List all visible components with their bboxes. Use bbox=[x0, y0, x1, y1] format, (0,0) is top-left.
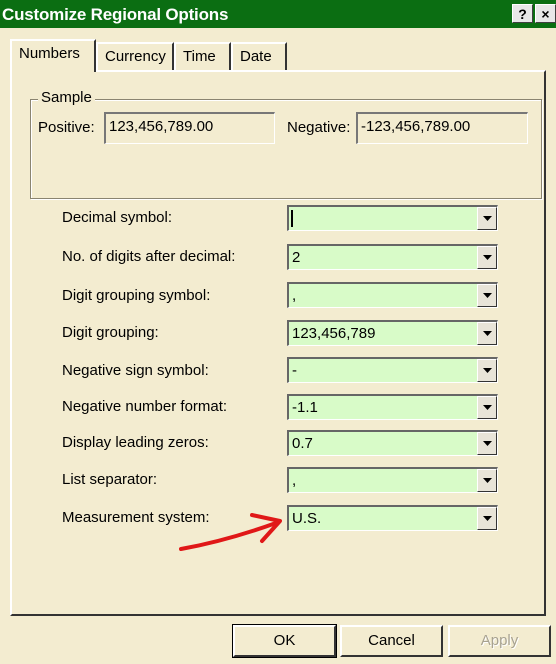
chevron-down-icon[interactable] bbox=[477, 246, 497, 269]
text-caret bbox=[291, 210, 293, 227]
digit-grouping-value: 123,456,789 bbox=[292, 325, 376, 342]
chevron-down-icon[interactable] bbox=[477, 469, 497, 492]
display-leading-zeros-value: 0.7 bbox=[292, 435, 313, 452]
tab-currency[interactable]: Currency bbox=[96, 42, 174, 70]
measurement-system-select[interactable]: U.S. bbox=[287, 505, 498, 531]
negative-sample-value: -123,456,789.00 bbox=[356, 112, 528, 144]
negative-number-format-label: Negative number format: bbox=[62, 398, 228, 415]
chevron-down-icon[interactable] bbox=[477, 507, 497, 530]
negative-number-format-select[interactable]: -1.1 bbox=[287, 394, 498, 420]
decimal-symbol-select[interactable] bbox=[287, 205, 498, 231]
list-separator-select[interactable]: , bbox=[287, 467, 498, 493]
sample-legend: Sample bbox=[38, 89, 95, 106]
negative-label: Negative: bbox=[287, 119, 351, 136]
chevron-down-icon[interactable] bbox=[477, 432, 497, 455]
chevron-down-icon[interactable] bbox=[477, 207, 497, 230]
customize-regional-options-dialog: Customize Regional Options ? × Numbers C… bbox=[0, 0, 556, 664]
negative-number-format-value: -1.1 bbox=[292, 399, 318, 416]
ok-button[interactable]: OK bbox=[232, 624, 337, 658]
chevron-down-icon[interactable] bbox=[477, 396, 497, 419]
digits-after-decimal-select[interactable]: 2 bbox=[287, 244, 498, 270]
title-bar[interactable]: Customize Regional Options ? × bbox=[0, 0, 556, 28]
chevron-down-icon[interactable] bbox=[477, 284, 497, 307]
measurement-system-value: U.S. bbox=[292, 510, 322, 527]
negative-sign-symbol-value: - bbox=[292, 362, 297, 379]
list-separator-label: List separator: bbox=[62, 471, 158, 488]
red-arrow-annotation bbox=[179, 513, 282, 551]
positive-label: Positive: bbox=[38, 119, 95, 136]
chevron-down-icon[interactable] bbox=[477, 359, 497, 382]
tab-time[interactable]: Time bbox=[174, 42, 231, 70]
digit-grouping-label: Digit grouping: bbox=[62, 324, 159, 341]
digit-grouping-symbol-select[interactable]: , bbox=[287, 282, 498, 308]
positive-sample-value: 123,456,789.00 bbox=[104, 112, 275, 144]
digits-after-decimal-value: 2 bbox=[292, 249, 301, 266]
tab-numbers[interactable]: Numbers bbox=[10, 39, 96, 72]
digit-grouping-symbol-label: Digit grouping symbol: bbox=[62, 287, 211, 304]
apply-button: Apply bbox=[448, 625, 551, 657]
list-separator-value: , bbox=[292, 472, 297, 489]
help-button[interactable]: ? bbox=[512, 4, 533, 23]
tab-date[interactable]: Date bbox=[231, 42, 287, 70]
digit-grouping-symbol-value: , bbox=[292, 287, 297, 304]
digits-after-decimal-label: No. of digits after decimal: bbox=[62, 248, 236, 265]
negative-sign-symbol-select[interactable]: - bbox=[287, 357, 498, 383]
display-leading-zeros-label: Display leading zeros: bbox=[62, 434, 209, 451]
decimal-symbol-label: Decimal symbol: bbox=[62, 209, 173, 226]
window-title: Customize Regional Options bbox=[2, 5, 229, 24]
chevron-down-icon[interactable] bbox=[477, 322, 497, 345]
digit-grouping-select[interactable]: 123,456,789 bbox=[287, 320, 498, 346]
negative-sign-symbol-label: Negative sign symbol: bbox=[62, 362, 209, 379]
display-leading-zeros-select[interactable]: 0.7 bbox=[287, 430, 498, 456]
close-button[interactable]: × bbox=[535, 4, 556, 23]
cancel-button[interactable]: Cancel bbox=[340, 625, 443, 657]
